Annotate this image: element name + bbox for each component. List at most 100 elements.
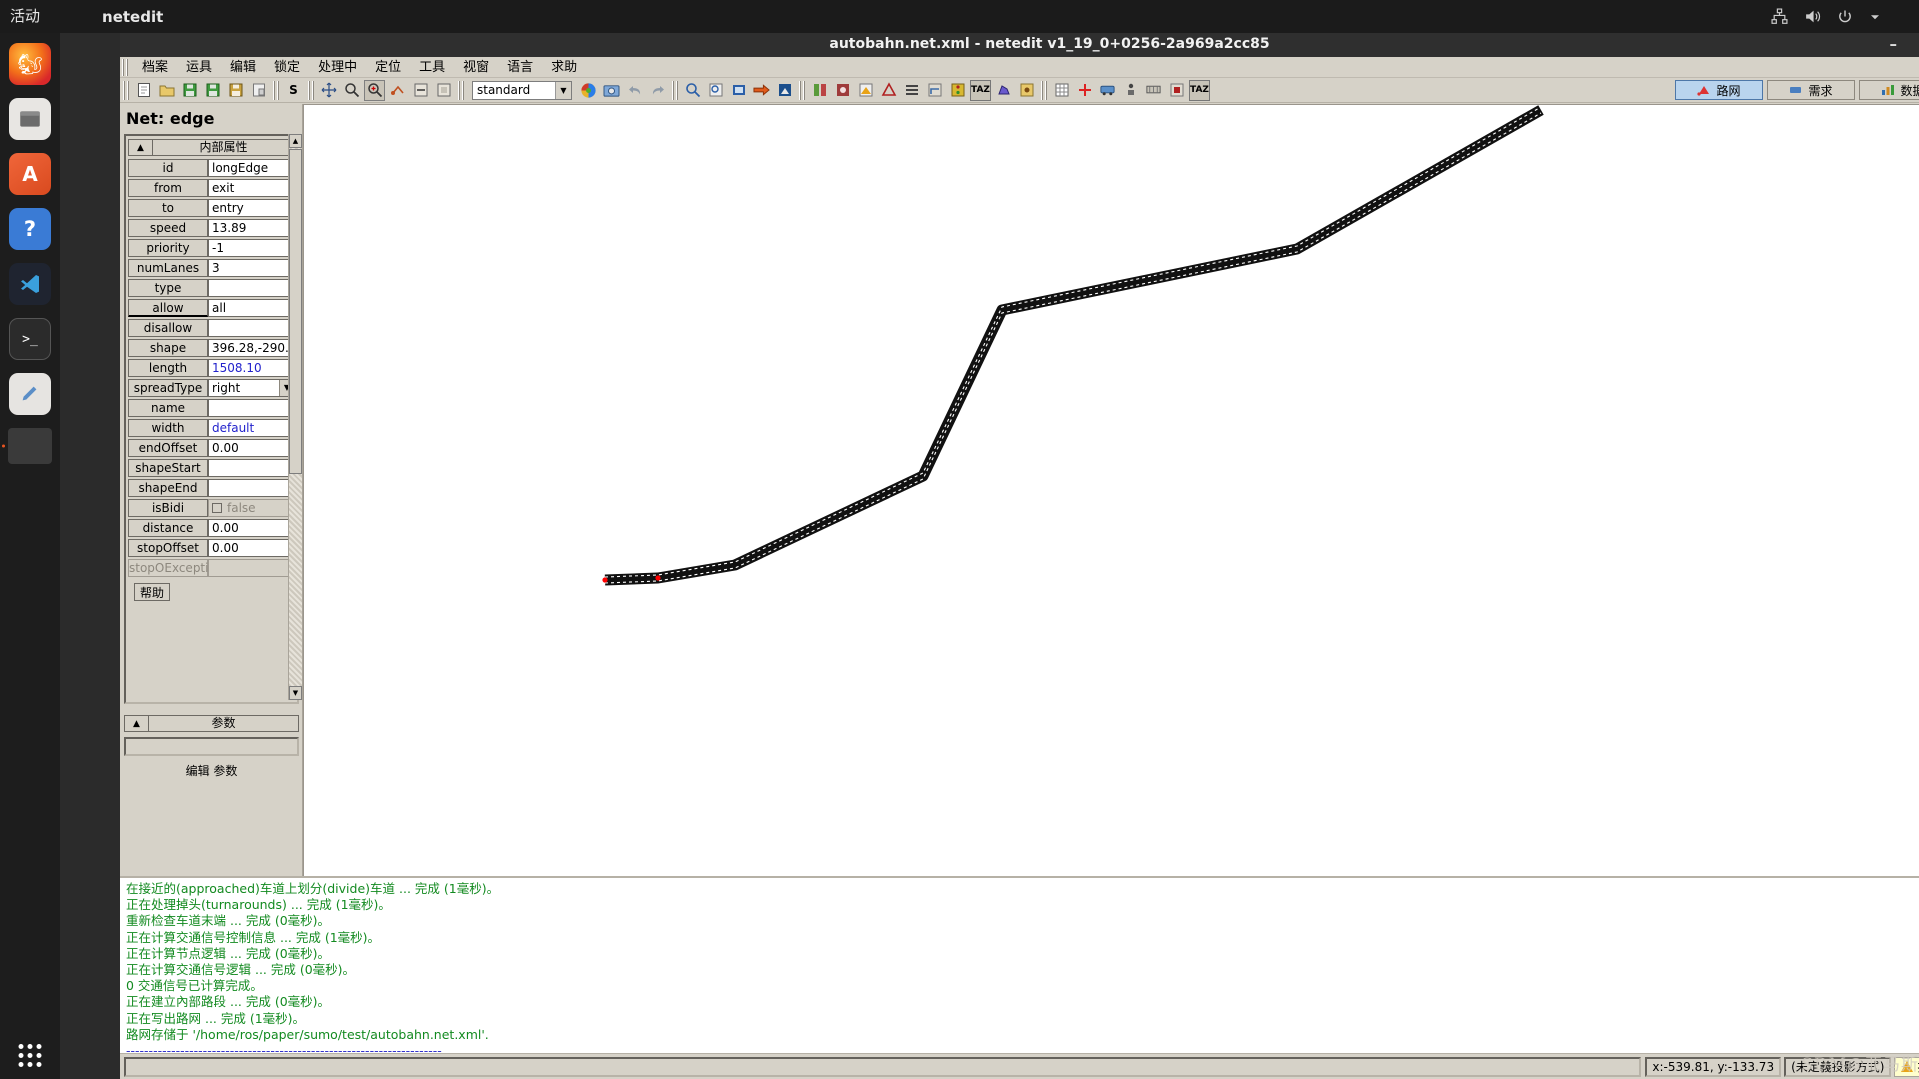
shape-icon[interactable]: [993, 80, 1014, 101]
menu-processing[interactable]: 处理中: [309, 57, 366, 78]
move-mode-icon[interactable]: [318, 80, 339, 101]
scroll-down-button[interactable]: ▼: [289, 686, 302, 700]
save-plain-xml-icon[interactable]: [248, 80, 269, 101]
attribute-key-type[interactable]: type: [128, 279, 208, 297]
attribute-key-width[interactable]: width: [128, 419, 208, 437]
menu-tools[interactable]: 工具: [410, 57, 454, 78]
dock-item-text-editor[interactable]: [9, 373, 51, 415]
save-joined-icon[interactable]: [225, 80, 246, 101]
checkbox[interactable]: [212, 503, 222, 513]
zoom-selected-icon[interactable]: [728, 80, 749, 101]
gnome-system-menu[interactable]: [1733, 0, 1919, 33]
attribute-key-allow[interactable]: allow: [128, 299, 208, 317]
color-wheel-icon[interactable]: [578, 80, 599, 101]
attribute-value-distance[interactable]: 0.00: [208, 519, 295, 537]
taz-icon[interactable]: TAZ: [970, 79, 991, 101]
toolbar-grip-3[interactable]: [308, 80, 314, 100]
start-node[interactable]: [602, 577, 608, 583]
toolbar-grip-1[interactable]: [123, 80, 129, 100]
attribute-value-from[interactable]: exit: [208, 179, 295, 197]
attribute-key-from[interactable]: from: [128, 179, 208, 197]
attribute-key-shape[interactable]: shape: [128, 339, 208, 357]
menu-file[interactable]: 档案: [133, 57, 177, 78]
attribute-value-shape[interactable]: 396.28,-290.66: [208, 339, 295, 357]
attribute-key-id[interactable]: id: [128, 159, 208, 177]
poi-icon[interactable]: [1016, 80, 1037, 101]
grid-toggle-icon[interactable]: [1051, 80, 1072, 101]
attribute-value-disallow[interactable]: [208, 319, 295, 337]
scroll-up-button[interactable]: ▲: [289, 134, 302, 148]
zoom-in-icon[interactable]: [682, 80, 703, 101]
taz2-icon[interactable]: TAZ: [1189, 79, 1210, 101]
redo-icon[interactable]: [647, 80, 668, 101]
attribute-key-endOffset[interactable]: endOffset: [128, 439, 208, 457]
new-network-icon[interactable]: [133, 80, 154, 101]
vehicle-red-icon[interactable]: [1074, 80, 1095, 101]
attribute-key-length[interactable]: length: [128, 359, 208, 377]
section-parameters[interactable]: ▲ 参数: [124, 715, 299, 732]
attribute-key-shapeEnd[interactable]: shapeEnd: [128, 479, 208, 497]
zoom-mode-icon[interactable]: [341, 80, 362, 101]
prohibition-toggle-icon[interactable]: [878, 80, 899, 101]
dock-item-help[interactable]: ?: [9, 208, 51, 250]
attribute-key-disallow[interactable]: disallow: [128, 319, 208, 337]
mid-node[interactable]: [655, 575, 661, 581]
save-network-icon[interactable]: [179, 80, 200, 101]
attribute-key-stopOException[interactable]: stopOException: [128, 559, 223, 577]
dock-item-software[interactable]: A: [9, 153, 51, 195]
attribute-value-allow[interactable]: all: [208, 299, 295, 317]
supermode-network-button[interactable]: 路网: [1675, 80, 1763, 100]
attribute-key-spreadType[interactable]: spreadType: [128, 379, 208, 397]
attribute-key-name[interactable]: name: [128, 399, 208, 417]
attribute-key-distance[interactable]: distance: [128, 519, 208, 537]
attribute-value-length[interactable]: 1508.10: [208, 359, 295, 377]
attribute-value-type[interactable]: [208, 279, 295, 297]
attribute-key-isBidi[interactable]: isBidi: [128, 499, 208, 517]
prohibition-icon[interactable]: [410, 80, 431, 101]
scroll-thumb[interactable]: [289, 149, 302, 474]
menu-edit[interactable]: 编辑: [221, 57, 265, 78]
menu-help[interactable]: 求助: [542, 57, 586, 78]
save-as-icon[interactable]: [202, 80, 223, 101]
toolbar-grip-4[interactable]: [458, 80, 464, 100]
screenshot-icon[interactable]: [601, 80, 622, 101]
help-button[interactable]: 帮助: [134, 583, 170, 601]
lane-mode-icon[interactable]: [901, 80, 922, 101]
attribute-key-to[interactable]: to: [128, 199, 208, 217]
connect-mode-icon[interactable]: [387, 80, 408, 101]
network-canvas-container[interactable]: 0 100m: [303, 104, 1919, 1004]
attribute-key-numLanes[interactable]: numLanes: [128, 259, 208, 277]
zoom-network-icon[interactable]: [774, 80, 795, 101]
chevron-down-icon[interactable]: ▼: [555, 81, 571, 99]
attribute-key-priority[interactable]: priority: [128, 239, 208, 257]
menubar-grip[interactable]: [122, 58, 129, 76]
attribute-value-stopOffset[interactable]: 0.00: [208, 539, 295, 557]
connection-icon[interactable]: [924, 80, 945, 101]
toolbar-grip-2[interactable]: [273, 80, 279, 100]
attribute-value-spreadType[interactable]: right ▼: [208, 379, 295, 397]
tls-icon[interactable]: [947, 80, 968, 101]
menu-language[interactable]: 语言: [498, 57, 542, 78]
style-selector[interactable]: standard ▼: [472, 80, 572, 100]
dock-item-unknown-app[interactable]: [2, 428, 52, 464]
gnome-app-name[interactable]: netedit: [102, 8, 163, 26]
attribute-key-speed[interactable]: speed: [128, 219, 208, 237]
attribute-value-priority[interactable]: -1: [208, 239, 295, 257]
attribute-value-numLanes[interactable]: 3: [208, 259, 295, 277]
menu-vehicle[interactable]: 运具: [177, 57, 221, 78]
undo-icon[interactable]: [624, 80, 645, 101]
dock-item-files[interactable]: [9, 98, 51, 140]
message-log-pane[interactable]: 在接近的(approached)车道上划分(divide)车道 ... 完成 (…: [120, 876, 1919, 1063]
attribute-value-width[interactable]: default: [208, 419, 295, 437]
attribute-key-stopOffset[interactable]: stopOffset: [128, 539, 208, 557]
section-internal-attributes[interactable]: ▲ 内部属性: [128, 139, 295, 156]
supermode-data-button[interactable]: 数据: [1859, 80, 1919, 100]
style-s-icon[interactable]: S: [283, 80, 304, 101]
attribute-value-shapeEnd[interactable]: [208, 479, 295, 497]
edge-shape-icon[interactable]: [855, 80, 876, 101]
container-icon[interactable]: [1143, 80, 1164, 101]
toolbar-grip-7[interactable]: [1041, 80, 1047, 100]
arrow-right-icon[interactable]: [751, 80, 772, 101]
edge-body[interactable]: [604, 105, 1544, 586]
menu-locate[interactable]: 定位: [366, 57, 410, 78]
